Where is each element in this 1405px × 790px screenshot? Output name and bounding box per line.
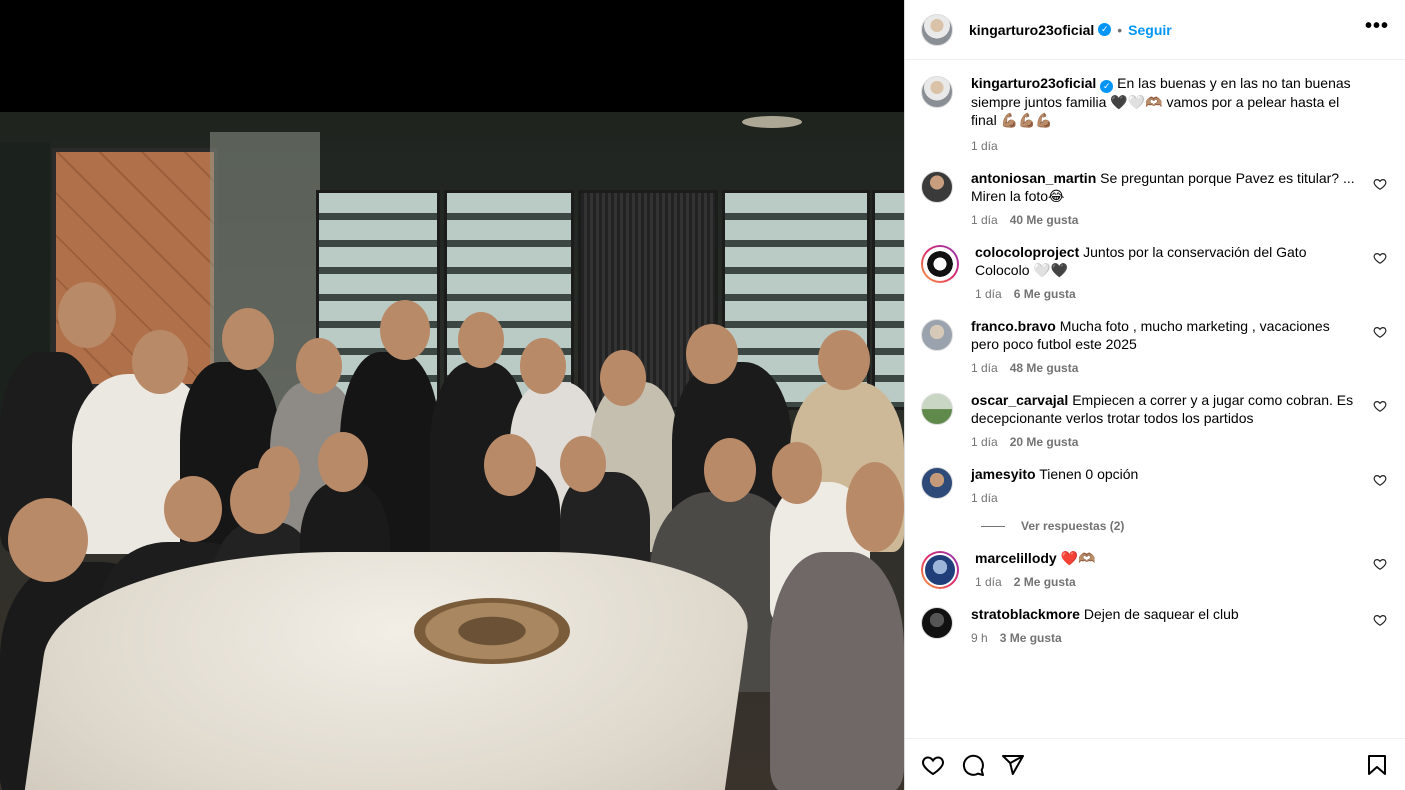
share-icon[interactable] <box>1001 753 1025 777</box>
comments-list[interactable]: kingarturo23oficial ✓ En las buenas y en … <box>905 60 1405 738</box>
commenter-avatar <box>923 553 957 587</box>
group-photo-image <box>0 112 904 790</box>
post-header: kingarturo23oficial ✓ • Seguir ••• <box>905 0 1405 60</box>
commenter-avatar <box>923 247 957 281</box>
like-comment-heart-icon[interactable] <box>1373 251 1387 265</box>
commenter-avatar[interactable] <box>921 607 953 639</box>
commenter-avatar[interactable] <box>921 467 953 499</box>
story-ring[interactable] <box>921 551 959 589</box>
like-comment-heart-icon[interactable] <box>1373 399 1387 413</box>
author-avatar[interactable] <box>921 13 953 46</box>
comment-item: colocoloproject Juntos por la conservaci… <box>921 243 1389 301</box>
commenter-avatar[interactable] <box>921 319 953 351</box>
comment-time[interactable]: 1 día <box>971 213 998 227</box>
comment-username[interactable]: antoniosan_martin <box>971 170 1096 186</box>
comment-likes[interactable]: 48 Me gusta <box>1010 361 1079 375</box>
comment-username[interactable]: colocoloproject <box>975 244 1079 260</box>
comment-item: antoniosan_martin Se preguntan porque Pa… <box>921 169 1389 227</box>
comment-username[interactable]: stratoblackmore <box>971 606 1080 622</box>
follow-button[interactable]: Seguir <box>1128 22 1172 38</box>
comment-item: oscar_carvajal Empiecen a correr y a jug… <box>921 391 1389 449</box>
commenter-avatar[interactable] <box>921 171 953 203</box>
comment-time[interactable]: 1 día <box>971 361 998 375</box>
caption-time[interactable]: 1 día <box>971 139 998 153</box>
post-caption: kingarturo23oficial ✓ En las buenas y en … <box>921 74 1389 153</box>
like-comment-heart-icon[interactable] <box>1373 473 1387 487</box>
comment-likes[interactable]: 40 Me gusta <box>1010 213 1079 227</box>
story-ring[interactable] <box>921 245 959 283</box>
bookmark-icon[interactable] <box>1365 753 1389 777</box>
comment-time[interactable]: 1 día <box>971 491 998 505</box>
replies-divider <box>981 525 1005 527</box>
comment-item: stratoblackmore Dejen de saquear el club… <box>921 605 1389 645</box>
comment-likes[interactable]: 3 Me gusta <box>1000 631 1062 645</box>
comment-item: franco.bravo Mucha foto , mucho marketin… <box>921 317 1389 375</box>
comment-username[interactable]: marcelillody <box>975 550 1057 566</box>
comment-icon[interactable] <box>961 753 985 777</box>
post-actions-bar <box>905 738 1405 790</box>
comment-username[interactable]: oscar_carvajal <box>971 392 1068 408</box>
like-comment-heart-icon[interactable] <box>1373 325 1387 339</box>
comment-text: Dejen de saquear el club <box>1083 606 1239 622</box>
author-username[interactable]: kingarturo23oficial <box>969 22 1094 38</box>
comment-text: Tienen 0 opción <box>1039 466 1139 482</box>
comment-time[interactable]: 9 h <box>971 631 988 645</box>
view-replies-button[interactable]: Ver respuestas (2) <box>981 519 1389 533</box>
caption-avatar[interactable] <box>921 76 953 108</box>
like-comment-heart-icon[interactable] <box>1373 557 1387 571</box>
comment-text: ❤️🫶🏽 <box>1060 550 1096 566</box>
comment-item: marcelillody ❤️🫶🏽 1 día 2 Me gusta <box>921 549 1389 589</box>
comment-time[interactable]: 1 día <box>975 287 1002 301</box>
comment-item: jamesyito Tienen 0 opción 1 día <box>921 465 1389 505</box>
verified-badge-icon: ✓ <box>1100 80 1114 93</box>
comment-time[interactable]: 1 día <box>975 575 1002 589</box>
heart-icon[interactable] <box>921 753 945 777</box>
caption-username[interactable]: kingarturo23oficial <box>971 75 1096 91</box>
separator-dot: • <box>1117 21 1123 38</box>
post-modal: kingarturo23oficial ✓ • Seguir ••• kinga… <box>0 0 1405 790</box>
comment-username[interactable]: franco.bravo <box>971 318 1056 334</box>
more-options-icon[interactable]: ••• <box>1365 16 1389 44</box>
view-replies-label: Ver respuestas (2) <box>1021 519 1125 533</box>
like-comment-heart-icon[interactable] <box>1373 177 1387 191</box>
like-comment-heart-icon[interactable] <box>1373 613 1387 627</box>
verified-badge-icon: ✓ <box>1098 23 1112 36</box>
post-sidebar: kingarturo23oficial ✓ • Seguir ••• kinga… <box>904 0 1405 790</box>
comment-likes[interactable]: 20 Me gusta <box>1010 435 1079 449</box>
commenter-avatar[interactable] <box>921 393 953 425</box>
comment-username[interactable]: jamesyito <box>971 466 1036 482</box>
post-photo[interactable] <box>0 0 904 790</box>
comment-likes[interactable]: 2 Me gusta <box>1014 575 1076 589</box>
comment-likes[interactable]: 6 Me gusta <box>1014 287 1076 301</box>
comment-time[interactable]: 1 día <box>971 435 998 449</box>
